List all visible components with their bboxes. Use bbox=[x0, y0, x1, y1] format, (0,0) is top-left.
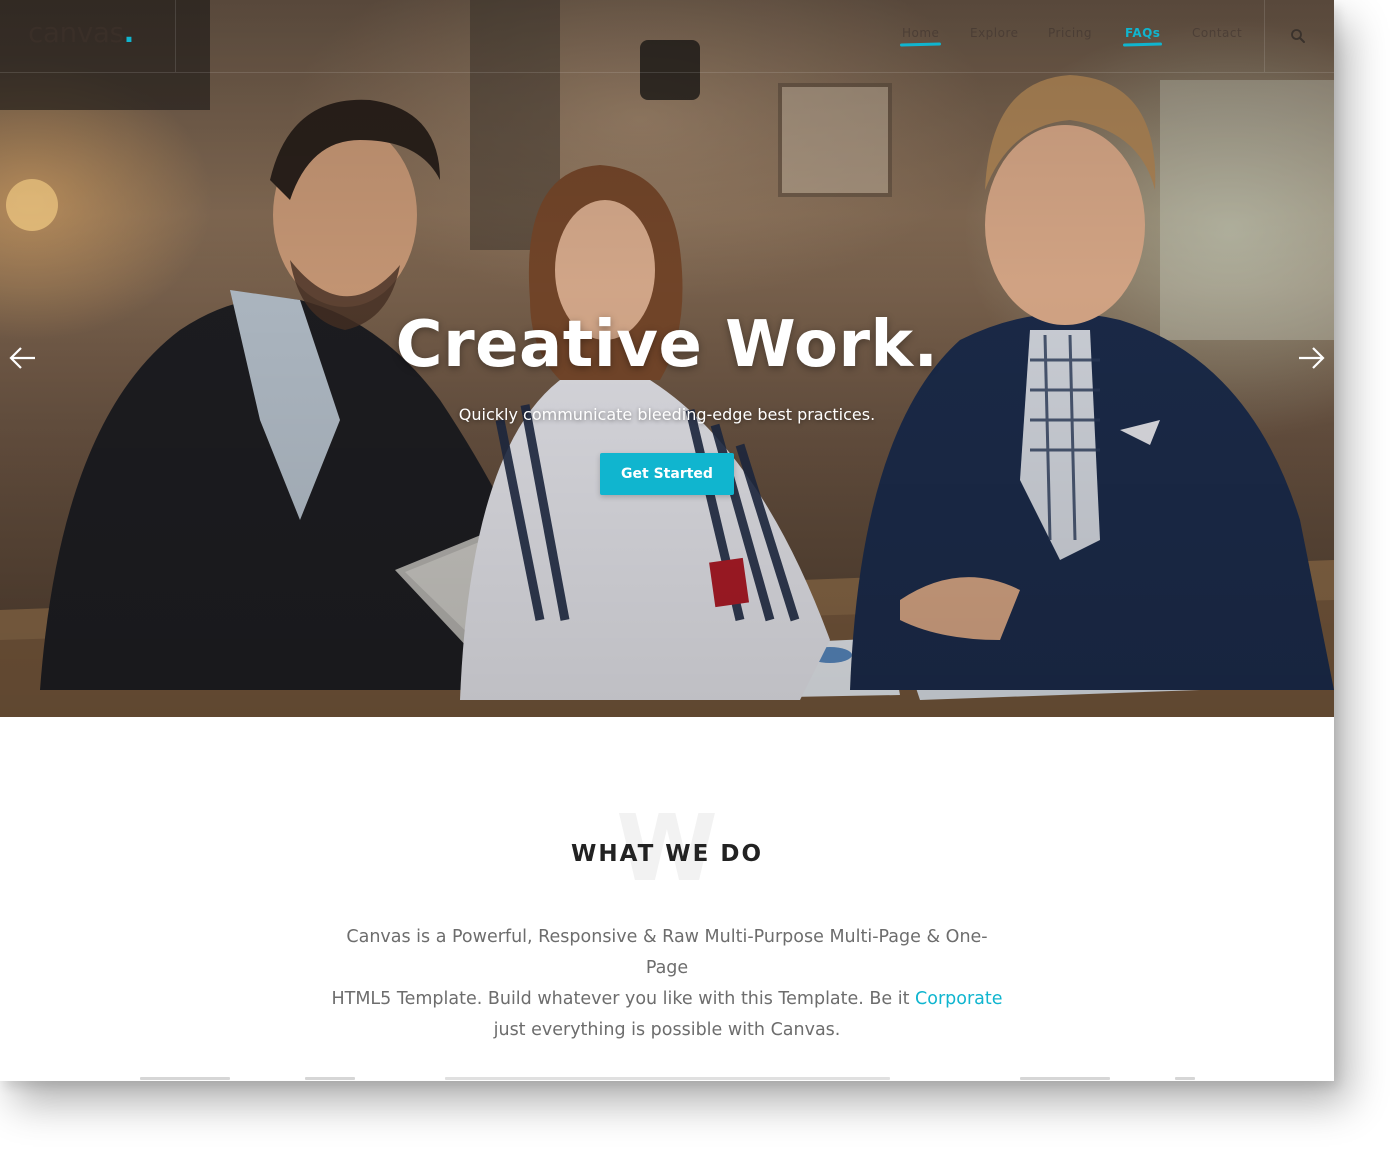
site-header: canvas. Home Explore Pricing FAQs Contac… bbox=[0, 0, 1334, 73]
nav-item-faqs[interactable]: FAQs bbox=[1122, 26, 1163, 47]
lead-line: HTML5 Template. Build whatever you like … bbox=[331, 989, 916, 1009]
hero-title: Creative Work. bbox=[395, 308, 939, 382]
get-started-button[interactable]: Get Started bbox=[600, 453, 734, 495]
header-divider bbox=[1264, 0, 1265, 72]
search-icon[interactable] bbox=[1290, 28, 1306, 44]
site-logo[interactable]: canvas. bbox=[28, 16, 134, 56]
nav-underline bbox=[899, 42, 942, 47]
nav-item-contact[interactable]: Contact bbox=[1192, 26, 1242, 40]
what-we-do-section: W WHAT WE DO Canvas is a Powerful, Respo… bbox=[0, 717, 1334, 1081]
nav-item-label: Pricing bbox=[1048, 26, 1092, 40]
section-title: WHAT WE DO bbox=[570, 841, 764, 867]
nav-item-label: Home bbox=[902, 26, 940, 40]
section-lead-text: Canvas is a Powerful, Responsive & Raw M… bbox=[330, 922, 1004, 1046]
nav-item-pricing[interactable]: Pricing bbox=[1048, 26, 1092, 40]
lead-line: just everything is possible with Canvas. bbox=[493, 1020, 841, 1040]
header-divider bbox=[175, 0, 176, 72]
lead-line: Canvas is a Powerful, Responsive & Raw M… bbox=[346, 927, 988, 978]
hero-slider: canvas. Home Explore Pricing FAQs Contac… bbox=[0, 0, 1334, 717]
next-section-peek bbox=[0, 1075, 1334, 1081]
nav-item-home[interactable]: Home bbox=[899, 26, 942, 47]
hero-subtitle: Quickly communicate bleeding-edge best p… bbox=[458, 405, 876, 424]
nav-item-label: Explore bbox=[970, 26, 1019, 40]
browser-page: canvas. Home Explore Pricing FAQs Contac… bbox=[0, 0, 1334, 1081]
nav-item-explore[interactable]: Explore bbox=[970, 26, 1019, 40]
logo-dot: . bbox=[123, 16, 135, 49]
nav-underline bbox=[1122, 42, 1163, 47]
corporate-link[interactable]: Corporate bbox=[915, 989, 1002, 1009]
nav-item-label: Contact bbox=[1192, 26, 1243, 40]
nav-item-label: FAQs bbox=[1125, 26, 1161, 40]
logo-text: canvas bbox=[28, 16, 124, 49]
